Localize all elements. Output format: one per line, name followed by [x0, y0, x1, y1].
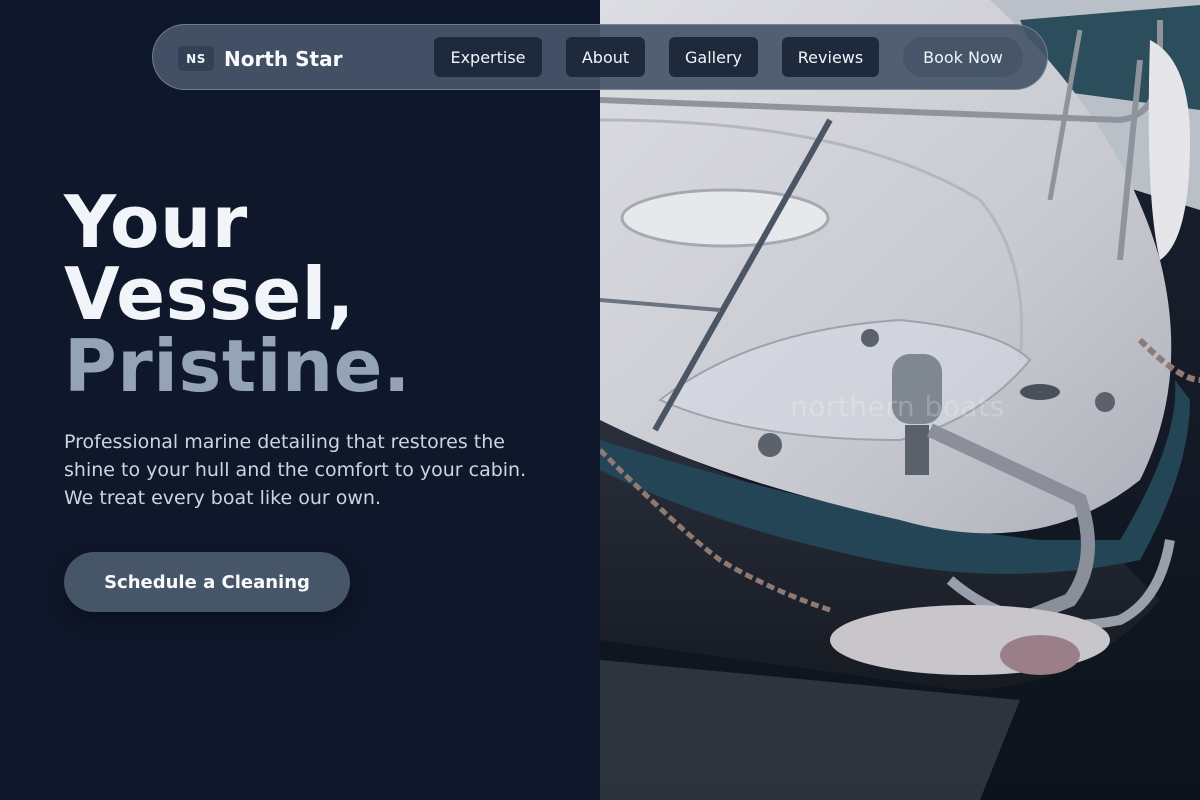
- brand-badge: NS: [178, 46, 214, 71]
- nav-item-reviews[interactable]: Reviews: [782, 37, 879, 77]
- nav-item-gallery[interactable]: Gallery: [669, 37, 758, 77]
- brand-logo[interactable]: NS North Star: [178, 46, 342, 71]
- brand-name: North Star: [224, 46, 343, 71]
- nav-item-about[interactable]: About: [566, 37, 645, 77]
- hero-title-line-1: Your: [64, 180, 248, 264]
- hero-title-line-3: Pristine.: [64, 324, 411, 408]
- boat-photo: northern boats: [600, 0, 1200, 800]
- hero-description: Professional marine detailing that resto…: [64, 431, 527, 509]
- hero-title: Your Vessel, Pristine.: [64, 186, 411, 402]
- top-nav: NS North Star Expertise About Gallery Re…: [152, 24, 1048, 90]
- hero-title-line-2: Vessel,: [64, 252, 355, 336]
- book-now-button[interactable]: Book Now: [903, 37, 1023, 77]
- photo-watermark: northern boats: [790, 390, 1005, 423]
- schedule-cleaning-button[interactable]: Schedule a Cleaning: [64, 552, 350, 612]
- nav-item-expertise[interactable]: Expertise: [434, 37, 542, 77]
